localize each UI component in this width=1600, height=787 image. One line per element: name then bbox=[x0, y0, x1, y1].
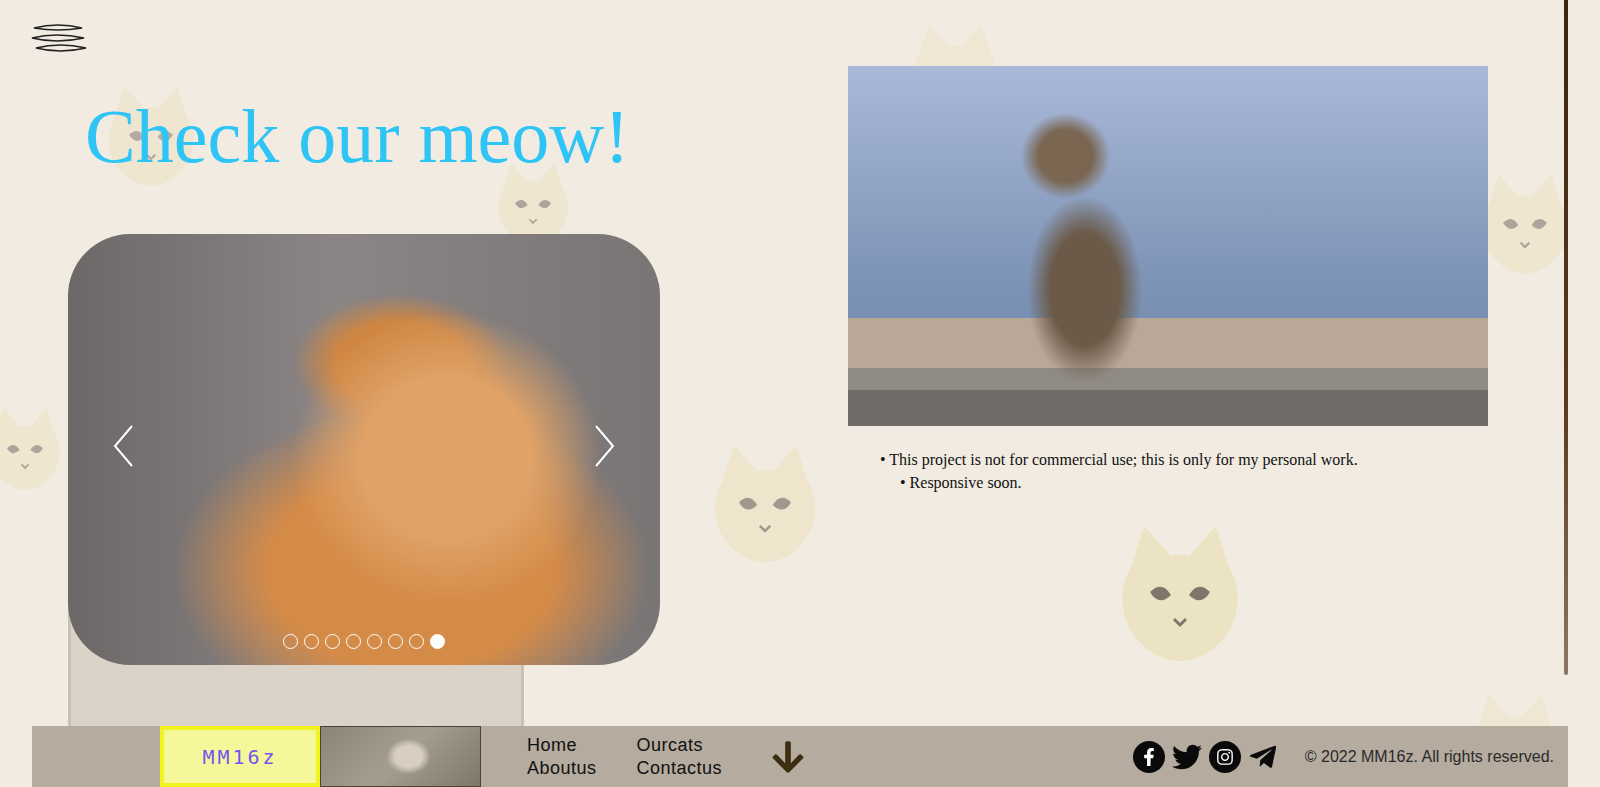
cat-watermark-icon bbox=[700, 440, 830, 570]
carousel-dot[interactable] bbox=[367, 634, 382, 649]
twitter-link[interactable] bbox=[1171, 741, 1203, 773]
nav-link[interactable]: Ourcats bbox=[637, 735, 723, 756]
carousel-next-button[interactable] bbox=[592, 424, 616, 468]
scroll-down-button[interactable] bbox=[770, 739, 806, 775]
chevron-right-icon bbox=[592, 424, 616, 468]
nav-link[interactable]: Home bbox=[527, 735, 597, 756]
nav-link[interactable]: Contactus bbox=[637, 758, 723, 779]
instagram-icon bbox=[1216, 748, 1234, 766]
cat-watermark-icon bbox=[0, 405, 70, 495]
hero-title: Check our meow! bbox=[85, 98, 630, 174]
note-item: • This project is not for commercial use… bbox=[880, 448, 1358, 471]
footer: MM16z Home Ourcats Aboutus Contactus © 2022 M… bbox=[32, 726, 1568, 787]
carousel-dot[interactable] bbox=[388, 634, 403, 649]
left-column: Check our meow! bbox=[0, 0, 848, 726]
note-item: • Responsive soon. bbox=[880, 471, 1358, 494]
menu-button[interactable] bbox=[28, 20, 90, 56]
gift-banner[interactable] bbox=[320, 726, 481, 787]
telegram-link[interactable] bbox=[1247, 741, 1279, 773]
instagram-link[interactable] bbox=[1209, 741, 1241, 773]
facebook-link[interactable] bbox=[1133, 741, 1165, 773]
cat-photo bbox=[848, 66, 1488, 426]
arrow-down-icon bbox=[770, 739, 806, 775]
facebook-icon bbox=[1140, 748, 1158, 766]
twitter-icon bbox=[1172, 742, 1202, 772]
scrollbar[interactable] bbox=[1564, 0, 1568, 675]
copyright: © 2022 MM16z. All rights reserved. bbox=[1305, 748, 1554, 766]
footer-nav: Home Ourcats Aboutus Contactus bbox=[527, 735, 722, 779]
telegram-icon bbox=[1248, 742, 1278, 772]
carousel-dots bbox=[68, 634, 660, 649]
cat-watermark-icon bbox=[1105, 520, 1255, 670]
carousel-dot[interactable] bbox=[283, 634, 298, 649]
menu-icon bbox=[28, 20, 90, 56]
footer-logo[interactable]: MM16z bbox=[160, 726, 320, 787]
carousel-prev-button[interactable] bbox=[112, 424, 136, 468]
carousel-dot[interactable] bbox=[430, 634, 445, 649]
carousel-dot[interactable] bbox=[409, 634, 424, 649]
chevron-left-icon bbox=[112, 424, 136, 468]
right-column: • This project is not for commercial use… bbox=[848, 0, 1600, 726]
carousel-dot[interactable] bbox=[304, 634, 319, 649]
carousel-slide bbox=[68, 234, 660, 665]
social-links bbox=[1133, 741, 1279, 773]
nav-link[interactable]: Aboutus bbox=[527, 758, 597, 779]
page: Check our meow! • This project is not for… bbox=[0, 0, 1600, 787]
notes-list: • This project is not for commercial use… bbox=[880, 448, 1358, 494]
main-content: Check our meow! • This project is not for… bbox=[0, 0, 1600, 726]
carousel-dot[interactable] bbox=[346, 634, 361, 649]
carousel-dot[interactable] bbox=[325, 634, 340, 649]
carousel bbox=[68, 234, 660, 665]
